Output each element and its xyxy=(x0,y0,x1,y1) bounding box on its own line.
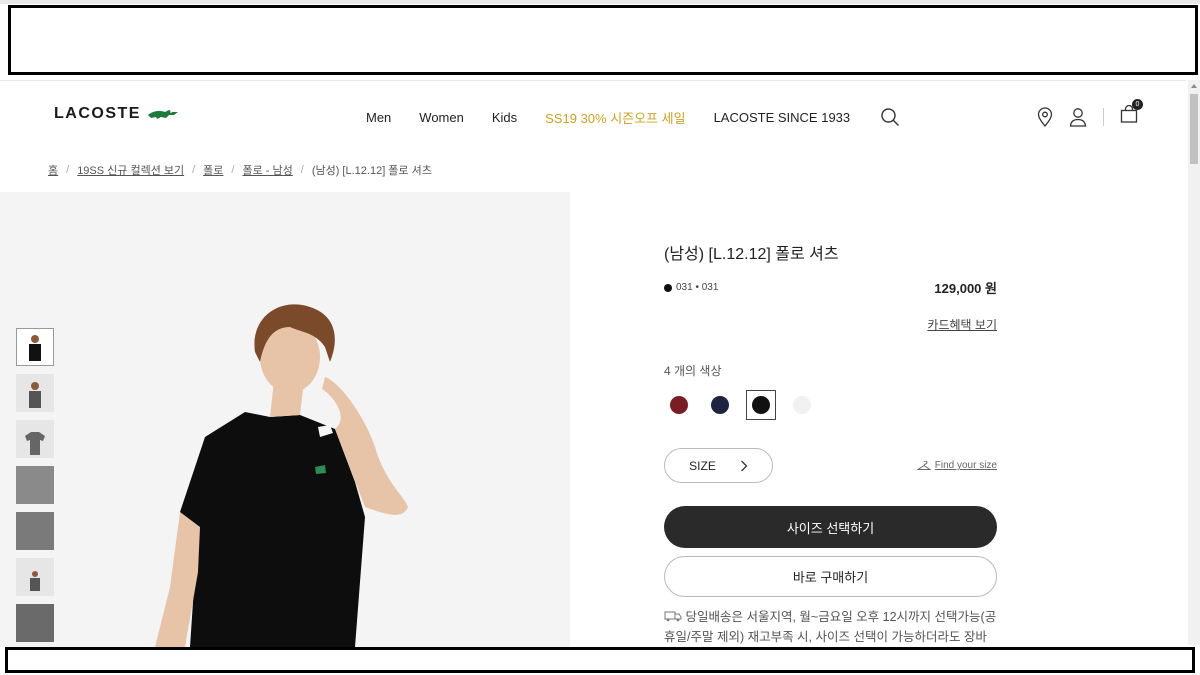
chevron-right-icon xyxy=(740,460,748,471)
thumbnail-detail-2[interactable] xyxy=(16,512,54,550)
buy-now-button[interactable]: 바로 구매하기 xyxy=(664,556,997,597)
breadcrumb-divider: / xyxy=(300,164,304,176)
size-label: SIZE xyxy=(689,458,716,473)
account-icon[interactable] xyxy=(1069,107,1087,127)
swatch-dot xyxy=(752,396,770,414)
color-swatches xyxy=(664,390,997,420)
product-title: (남성) [L.12.12] 폴로 셔츠 xyxy=(664,246,839,263)
brand-logo[interactable]: LACOSTE xyxy=(54,105,179,123)
product-info-panel: (남성) [L.12.12] 폴로 셔츠 031 • 031 129,000 원… xyxy=(664,192,997,659)
swatch-dot xyxy=(793,396,811,414)
cart-count-badge: 0 xyxy=(1132,99,1143,110)
breadcrumb-divider: / xyxy=(192,164,196,176)
find-your-size-text: Find your size xyxy=(934,460,997,471)
thumbnail-side[interactable] xyxy=(16,374,54,412)
color-swatch-black[interactable] xyxy=(746,390,776,420)
thumbnail-model-image xyxy=(29,335,41,361)
breadcrumb-collection[interactable]: 19SS 신규 컬렉션 보기 xyxy=(77,162,184,178)
top-ad-banner xyxy=(8,5,1198,75)
browser-top-strip xyxy=(0,0,1200,4)
breadcrumb-divider: / xyxy=(231,164,235,176)
color-swatch-white[interactable] xyxy=(787,390,817,420)
size-row: SIZE Find your size xyxy=(664,448,997,483)
thumbnail-flat[interactable] xyxy=(16,420,54,458)
scrollbar-thumb[interactable] xyxy=(1190,94,1198,164)
thumbnail-back[interactable] xyxy=(16,558,54,596)
breadcrumb-home[interactable]: 홈 xyxy=(48,162,58,178)
nav-kids[interactable]: Kids xyxy=(492,110,517,125)
thumbnail-model-image xyxy=(30,571,40,591)
selected-color-dot xyxy=(664,283,672,292)
select-size-button[interactable]: 사이즈 선택하기 xyxy=(664,506,997,548)
thumbnail-front[interactable] xyxy=(16,328,54,366)
search-icon[interactable] xyxy=(880,107,900,127)
main-nav: Men Women Kids SS19 30% 시즌오프 세일 LACOSTE … xyxy=(366,107,900,127)
thumbnail-fabric[interactable] xyxy=(16,604,54,642)
header-divider xyxy=(1103,107,1104,126)
bottom-ad-banner xyxy=(5,647,1195,673)
breadcrumb-polo-men[interactable]: 폴로 - 남성 xyxy=(242,162,292,178)
store-locator-icon[interactable] xyxy=(1037,106,1053,127)
scroll-up-arrow-icon[interactable] xyxy=(1191,84,1197,88)
crocodile-logo-icon xyxy=(147,110,178,119)
product-model-image xyxy=(155,304,408,647)
breadcrumb-current: (남성) [L.12.12] 폴로 셔츠 xyxy=(311,165,432,177)
nav-sale[interactable]: SS19 30% 시즌오프 세일 xyxy=(545,108,685,127)
color-code: 031 • 031 xyxy=(664,282,718,293)
find-your-size-link[interactable]: Find your size xyxy=(916,460,997,471)
product-gallery xyxy=(0,192,570,647)
hanger-icon xyxy=(916,460,931,470)
nav-since-1933[interactable]: LACOSTE SINCE 1933 xyxy=(714,110,851,125)
nav-women[interactable]: Women xyxy=(419,110,464,125)
breadcrumb: 홈 / 19SS 신규 컬렉션 보기 / 폴로 / 폴로 - 남성 / (남성)… xyxy=(48,162,432,178)
page-scrollbar[interactable] xyxy=(1188,80,1200,645)
breadcrumb-divider: / xyxy=(66,164,70,176)
color-swatch-burgundy[interactable] xyxy=(664,390,694,420)
thumbnail-list xyxy=(16,328,54,642)
cart-button[interactable]: 0 xyxy=(1120,99,1143,128)
site-header: LACOSTE Men Women Kids SS19 30% 시즌오프 세일 … xyxy=(0,80,1186,150)
size-select-button[interactable]: SIZE xyxy=(664,448,773,483)
swatch-dot xyxy=(670,396,688,414)
price-row: 031 • 031 129,000 원 xyxy=(664,278,997,297)
product-price: 129,000 원 xyxy=(934,281,997,296)
card-benefit-link[interactable]: 카드혜택 보기 xyxy=(664,316,997,333)
thumbnail-model-image xyxy=(29,382,41,408)
thumbnail-detail-1[interactable] xyxy=(16,466,54,504)
swatch-dot xyxy=(711,396,729,414)
color-code-text: 031 • 031 xyxy=(676,282,719,293)
header-utilities: 0 xyxy=(1037,99,1143,128)
breadcrumb-polo[interactable]: 폴로 xyxy=(203,162,223,178)
color-swatch-navy[interactable] xyxy=(705,390,735,420)
truck-icon xyxy=(664,611,682,622)
thumbnail-shirt-image xyxy=(25,432,45,455)
logo-text: LACOSTE xyxy=(54,105,141,122)
nav-men[interactable]: Men xyxy=(366,110,391,125)
color-count-label: 4 개의 색상 xyxy=(664,364,722,378)
